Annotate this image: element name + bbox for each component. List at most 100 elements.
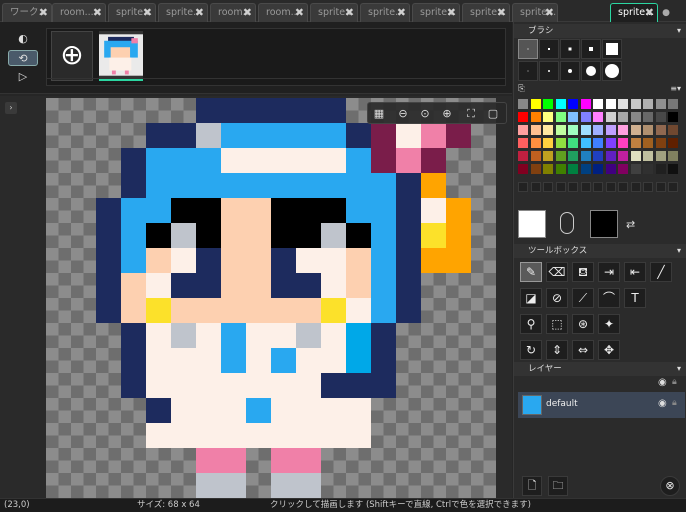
empty-palette-slot[interactable]: [605, 182, 616, 192]
close-icon[interactable]: ✖: [39, 4, 48, 21]
move-icon[interactable]: ✥: [598, 340, 620, 360]
palette-swatch[interactable]: [618, 112, 628, 122]
palette-swatch[interactable]: [630, 125, 641, 135]
palette-swatch[interactable]: [643, 125, 653, 135]
palette-swatch[interactable]: [643, 164, 653, 174]
palette-swatch[interactable]: [593, 99, 603, 109]
empty-palette-slot[interactable]: [543, 182, 553, 192]
delete-layer-icon[interactable]: ⊗: [660, 476, 680, 496]
palette-swatch[interactable]: [530, 151, 541, 161]
palette-swatch[interactable]: [580, 99, 591, 109]
palette-swatch[interactable]: [555, 138, 566, 148]
brush-size-2[interactable]: [539, 39, 559, 59]
lock-icon[interactable]: 🔒︎: [672, 398, 677, 408]
zoom-reset-icon[interactable]: ⊙: [416, 105, 434, 123]
palette-swatch[interactable]: [668, 99, 678, 109]
empty-palette-slot[interactable]: [618, 182, 628, 192]
flip-vertical-icon[interactable]: ⇕: [546, 340, 568, 360]
palette-icon[interactable]: ⎘: [518, 82, 525, 96]
palette-swatch[interactable]: [593, 138, 603, 148]
palette-swatch[interactable]: [543, 164, 553, 174]
line-icon[interactable]: ╱: [650, 262, 672, 282]
layers-section-header[interactable]: レイヤー ▾: [514, 362, 686, 376]
brush-size-8[interactable]: [560, 61, 580, 81]
palette-swatch[interactable]: [518, 164, 528, 174]
palette-swatch[interactable]: [643, 99, 653, 109]
brush-size-4[interactable]: [581, 39, 601, 59]
brush-section-header[interactable]: ブラシ ▾: [514, 24, 686, 38]
tab-8[interactable]: sprite... ✖: [412, 3, 460, 22]
palette-swatch[interactable]: [655, 151, 666, 161]
brush-size-5[interactable]: [602, 39, 622, 59]
palette-swatch[interactable]: [593, 125, 603, 135]
palette-swatch[interactable]: [518, 99, 528, 109]
palette-swatch[interactable]: [530, 99, 541, 109]
empty-palette-slot[interactable]: [555, 182, 566, 192]
onion-skin-icon[interactable]: ◐: [8, 31, 38, 47]
palette-swatch[interactable]: [530, 125, 541, 135]
palette-swatch[interactable]: [580, 125, 591, 135]
palette-swatch[interactable]: [668, 125, 678, 135]
layer-folder-icon[interactable]: 🗀︎: [548, 476, 568, 496]
canvas-area[interactable]: › ▦ ⊖ ⊙ ⊕ ⛶ ▢: [0, 96, 512, 498]
tab-11[interactable]: sprite... ✖: [610, 3, 658, 22]
palette-swatch[interactable]: [593, 112, 603, 122]
palette-swatch[interactable]: [518, 125, 528, 135]
tab-1[interactable]: room... ✖: [52, 3, 106, 22]
palette-swatch[interactable]: [543, 112, 553, 122]
palette-swatch[interactable]: [618, 125, 628, 135]
eye-icon[interactable]: ◉: [658, 377, 667, 388]
palette-swatch[interactable]: [655, 99, 666, 109]
frame-thumbnail[interactable]: [99, 31, 143, 81]
sprite-canvas[interactable]: [46, 98, 496, 498]
secondary-color-swatch[interactable]: [590, 210, 618, 238]
tab-7[interactable]: sprite... ✖: [360, 3, 410, 22]
eye-icon[interactable]: ◉: [658, 398, 667, 409]
tab-9[interactable]: sprite... ✖: [462, 3, 510, 22]
brush-size-3[interactable]: [560, 39, 580, 59]
palette-swatch[interactable]: [605, 151, 616, 161]
marquee-icon[interactable]: ⬚: [546, 314, 568, 334]
timeline-track[interactable]: [47, 78, 505, 82]
close-icon[interactable]: ✖: [295, 4, 304, 21]
palette-swatch[interactable]: [568, 99, 578, 109]
palette-swatch[interactable]: [543, 99, 553, 109]
palette-swatch[interactable]: [568, 164, 578, 174]
close-icon[interactable]: ✖: [545, 4, 554, 21]
palette-swatch[interactable]: [618, 164, 628, 174]
palette-swatch[interactable]: [555, 151, 566, 161]
close-icon[interactable]: ✖: [93, 4, 102, 21]
magic-wand-icon[interactable]: ✦: [598, 314, 620, 334]
flip-horizontal-icon[interactable]: ⇔: [572, 340, 594, 360]
empty-palette-slot[interactable]: [518, 182, 528, 192]
palette-swatch[interactable]: [593, 151, 603, 161]
tab-3[interactable]: sprite... ✖: [158, 3, 208, 22]
empty-palette-slot[interactable]: [668, 182, 678, 192]
fill-icon[interactable]: ⛾: [572, 262, 594, 282]
frame-icon[interactable]: ▢: [484, 105, 502, 123]
palette-swatch[interactable]: [530, 164, 541, 174]
close-icon[interactable]: ✖: [645, 4, 654, 21]
palette-swatch[interactable]: [530, 138, 541, 148]
palette-swatch[interactable]: [580, 151, 591, 161]
zoom-in-icon[interactable]: ⊕: [438, 105, 456, 123]
select-move-icon[interactable]: ⇤: [624, 262, 646, 282]
palette-swatch[interactable]: [605, 138, 616, 148]
palette-swatch[interactable]: [568, 125, 578, 135]
palette-swatch[interactable]: [593, 164, 603, 174]
new-layer-icon[interactable]: 🗋︎: [522, 476, 542, 496]
zoom-out-icon[interactable]: ⊖: [394, 105, 412, 123]
empty-palette-slot[interactable]: [530, 182, 541, 192]
tab-10[interactable]: sprite... ✖: [512, 3, 558, 22]
play-icon[interactable]: ▷: [8, 69, 38, 85]
pencil-icon[interactable]: ✎: [520, 262, 542, 282]
close-icon[interactable]: ✖: [143, 4, 152, 21]
close-icon[interactable]: ✖: [345, 4, 354, 21]
palette-swatch[interactable]: [643, 138, 653, 148]
add-frame-button[interactable]: ⊕: [51, 31, 93, 81]
grid-icon[interactable]: ▦: [370, 105, 388, 123]
palette-swatch[interactable]: [668, 164, 678, 174]
palette-swatch[interactable]: [618, 151, 628, 161]
close-icon[interactable]: ✖: [397, 4, 406, 21]
empty-palette-slot[interactable]: [593, 182, 603, 192]
